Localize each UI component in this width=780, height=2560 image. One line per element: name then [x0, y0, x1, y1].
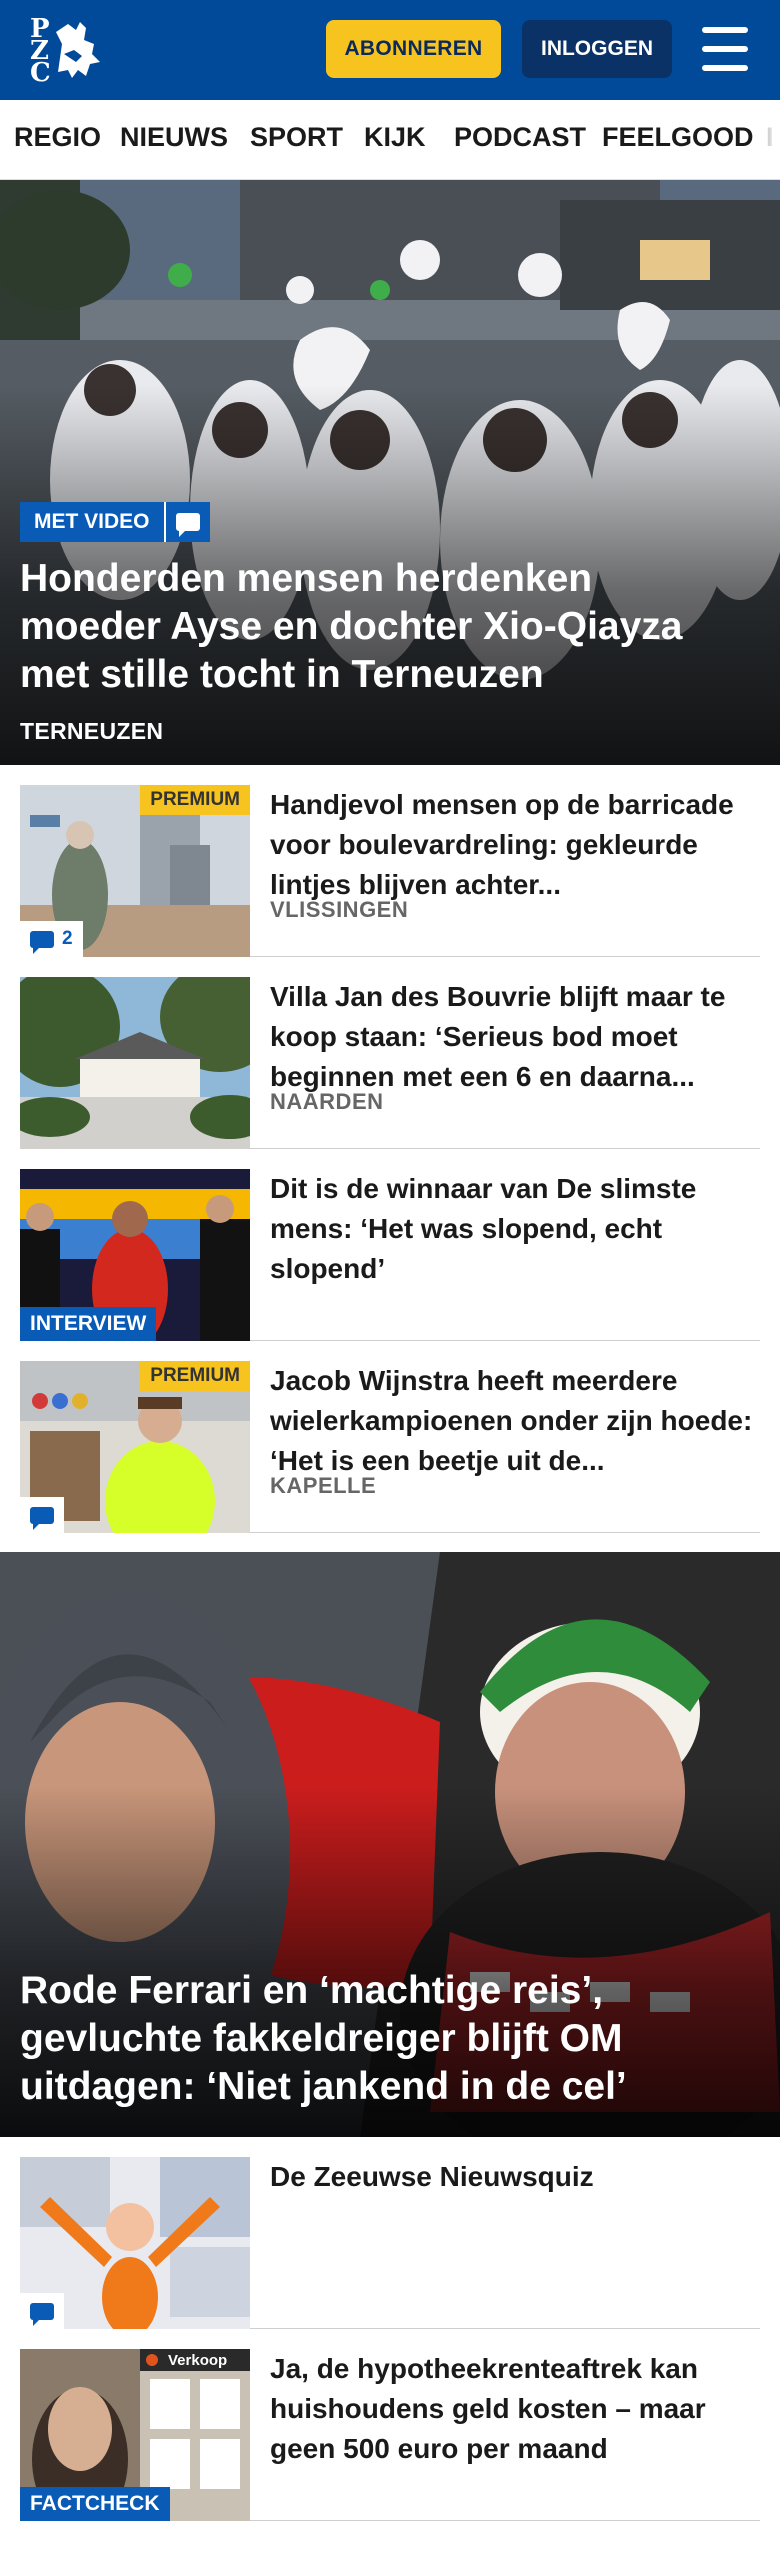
login-button[interactable]: INLOGGEN — [522, 20, 672, 78]
nav-fade — [758, 100, 780, 179]
section-nav: REGIO NIEUWS SPORT KIJK PODCAST FEELGOOD… — [0, 100, 780, 180]
comment-icon — [30, 2302, 54, 2326]
article-location: NAARDEN — [270, 1089, 384, 1114]
hero-location: TERNEUZEN — [20, 718, 164, 744]
article-title[interactable]: Jacob Wijnstra heeft meerdere wielerkamp… — [270, 1361, 760, 1481]
article-thumbnail: Verkoop FACTCHECK — [20, 2349, 250, 2521]
comment-icon — [30, 930, 54, 954]
article-title[interactable]: Ja, de hypotheekrenteaftrek kan huishoud… — [270, 2349, 760, 2469]
article-thumbnail — [20, 2157, 250, 2329]
comment-count[interactable]: 2 — [20, 921, 83, 957]
list-item[interactable]: PREMIUM 2 Handjevol mensen op de barrica… — [20, 765, 760, 957]
nav-item-sport[interactable]: SPORT — [250, 122, 343, 153]
subscribe-button[interactable]: ABONNEREN — [326, 20, 501, 78]
page: P Z C ABONNEREN INLOGGEN REGIO NIEUWS SP… — [0, 0, 780, 2560]
list-item[interactable]: INTERVIEW Dit is de winnaar van De slims… — [20, 1149, 760, 1341]
article-title[interactable]: Villa Jan des Bouvrie blijft maar te koo… — [270, 977, 760, 1097]
premium-badge: PREMIUM — [140, 785, 250, 815]
video-badge-label: MET VIDEO — [20, 502, 164, 542]
list-item[interactable]: PREMIUM Jacob Wijnstra heeft meerdere wi… — [20, 1341, 760, 1533]
nav-item-podcast[interactable]: PODCAST — [454, 122, 586, 153]
comment-count[interactable] — [20, 2293, 64, 2329]
list-item[interactable]: Verkoop FACTCHECK Ja, de hypotheekrentea… — [20, 2329, 760, 2521]
premium-badge: PREMIUM — [140, 1361, 250, 1391]
featured-title[interactable]: Rode Ferrari en ‘machtige reis’, gevluch… — [20, 1967, 750, 2111]
article-title[interactable]: Dit is de winnaar van De slimste mens: ‘… — [270, 1169, 760, 1289]
article-thumbnail — [20, 977, 250, 1149]
comment-icon — [30, 1506, 54, 1530]
article-thumbnail: PREMIUM — [20, 1361, 250, 1533]
nav-item-kijk[interactable]: KIJK — [364, 122, 426, 153]
list-item[interactable]: Villa Jan des Bouvrie blijft maar te koo… — [20, 957, 760, 1149]
article-thumbnail: PREMIUM 2 — [20, 785, 250, 957]
nav-item-feelgood[interactable]: FEELGOOD — [602, 122, 754, 153]
hero-article[interactable]: MET VIDEO Honderden mensen herdenken moe… — [0, 180, 780, 765]
hamburger-menu-icon[interactable] — [698, 22, 752, 76]
article-title[interactable]: De Zeeuwse Nieuwsquiz — [270, 2157, 760, 2197]
comment-count[interactable] — [20, 1497, 64, 1533]
factcheck-tag: FACTCHECK — [20, 2487, 170, 2521]
hero-title[interactable]: Honderden mensen herdenken moeder Ayse e… — [20, 555, 740, 699]
interview-tag: INTERVIEW — [20, 1307, 157, 1341]
video-badge: MET VIDEO — [20, 502, 210, 542]
list-item[interactable]: De Zeeuwse Nieuwsquiz — [20, 2137, 760, 2329]
pzc-logo[interactable]: P Z C — [28, 14, 114, 86]
article-location: VLISSINGEN — [270, 897, 409, 922]
article-thumbnail: INTERVIEW — [20, 1169, 250, 1341]
article-title[interactable]: Handjevol mensen op de barricade voor bo… — [270, 785, 760, 905]
nav-item-nieuws[interactable]: NIEUWS — [120, 122, 228, 153]
comment-icon — [163, 502, 210, 542]
site-header: P Z C ABONNEREN INLOGGEN — [0, 0, 780, 100]
article-location: KAPELLE — [270, 1473, 377, 1498]
nav-item-regio[interactable]: REGIO — [14, 122, 101, 153]
thumbnail-sign-text: Verkoop — [168, 2352, 228, 2369]
featured-article[interactable]: Rode Ferrari en ‘machtige reis’, gevluch… — [0, 1552, 780, 2137]
